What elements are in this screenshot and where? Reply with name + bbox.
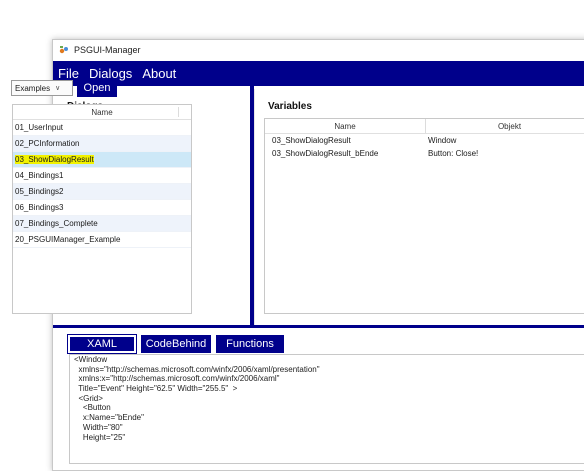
- table-row[interactable]: 03_ShowDialogResult Window: [265, 134, 584, 147]
- window-title: PSGUI-Manager: [74, 45, 141, 55]
- list-item[interactable]: 01_UserInput: [13, 120, 191, 136]
- code-line: <Window: [74, 355, 108, 364]
- column-divider: [178, 107, 179, 117]
- list-item[interactable]: 07_Bindings_Complete: [13, 216, 191, 232]
- psgui-app-icon: [59, 45, 69, 55]
- list-item[interactable]: 05_Bindings2: [13, 184, 191, 200]
- code-line: x:Name="bEnde": [74, 413, 144, 423]
- dropdown-value: Examples: [15, 83, 51, 93]
- column-header-objekt[interactable]: Objekt: [426, 119, 584, 133]
- variables-header: Name Objekt: [265, 119, 584, 134]
- column-header-name[interactable]: Name: [265, 119, 426, 133]
- list-header-label: Name: [91, 107, 113, 117]
- variable-name: 03_ShowDialogResult: [272, 136, 351, 145]
- code-line: <Button: [74, 403, 111, 413]
- list-item-label: 20_PSGUIManager_Example: [15, 235, 121, 244]
- code-line: <Grid>: [74, 393, 103, 403]
- table-row[interactable]: 03_ShowDialogResult_bEnde Button: Close!: [265, 147, 584, 160]
- list-item-label: 03_ShowDialogResult: [15, 155, 94, 164]
- list-item-label: 06_Bindings3: [15, 203, 64, 212]
- dialogs-list: Name 01_UserInput 02_PCInformation 03_Sh…: [12, 104, 192, 314]
- list-item[interactable]: 02_PCInformation: [13, 136, 191, 152]
- tab-codebehind[interactable]: CodeBehind: [141, 335, 211, 353]
- list-item-label: 07_Bindings_Complete: [15, 219, 98, 228]
- list-item[interactable]: 20_PSGUIManager_Example: [13, 232, 191, 248]
- list-item[interactable]: 06_Bindings3: [13, 200, 191, 216]
- code-line: xmlns="http://schemas.microsoft.com/winf…: [74, 364, 320, 374]
- xaml-editor[interactable]: <Window xmlns="http://schemas.microsoft.…: [69, 354, 584, 464]
- list-item-label: 04_Bindings1: [15, 171, 64, 180]
- list-item-selected[interactable]: 03_ShowDialogResult: [13, 152, 191, 168]
- variable-name: 03_ShowDialogResult_bEnde: [272, 149, 379, 158]
- code-line: Width="80": [74, 422, 123, 432]
- menu-about[interactable]: About: [137, 66, 181, 81]
- open-button[interactable]: Open: [77, 79, 117, 97]
- list-item-label: 05_Bindings2: [15, 187, 64, 196]
- variable-object: Window: [428, 136, 457, 145]
- list-item[interactable]: 04_Bindings1: [13, 168, 191, 184]
- list-item-label: 02_PCInformation: [15, 139, 80, 148]
- menu-bar: File Dialogs About: [53, 61, 584, 86]
- editor-tabs: XAML CodeBehind Functions: [67, 334, 284, 354]
- code-line: Title="Event" Height="62.5" Width="255.5…: [74, 384, 238, 394]
- dialog-category-dropdown[interactable]: Examples ∨: [11, 80, 73, 96]
- variables-title: Variables: [268, 101, 312, 112]
- code-line: xmlns:x="http://schemas.microsoft.com/wi…: [74, 374, 280, 384]
- tab-functions[interactable]: Functions: [216, 335, 284, 353]
- horizontal-splitter[interactable]: [53, 325, 584, 328]
- title-bar: PSGUI-Manager: [53, 40, 584, 60]
- code-line: Height="25": [74, 432, 126, 442]
- list-header-name[interactable]: Name: [13, 105, 191, 120]
- variable-object: Button: Close!: [428, 149, 479, 158]
- tab-xaml[interactable]: XAML: [67, 334, 137, 354]
- variables-grid: Name Objekt 03_ShowDialogResult Window 0…: [264, 118, 584, 314]
- list-item-label: 01_UserInput: [15, 123, 64, 132]
- chevron-down-icon: ∨: [55, 85, 61, 92]
